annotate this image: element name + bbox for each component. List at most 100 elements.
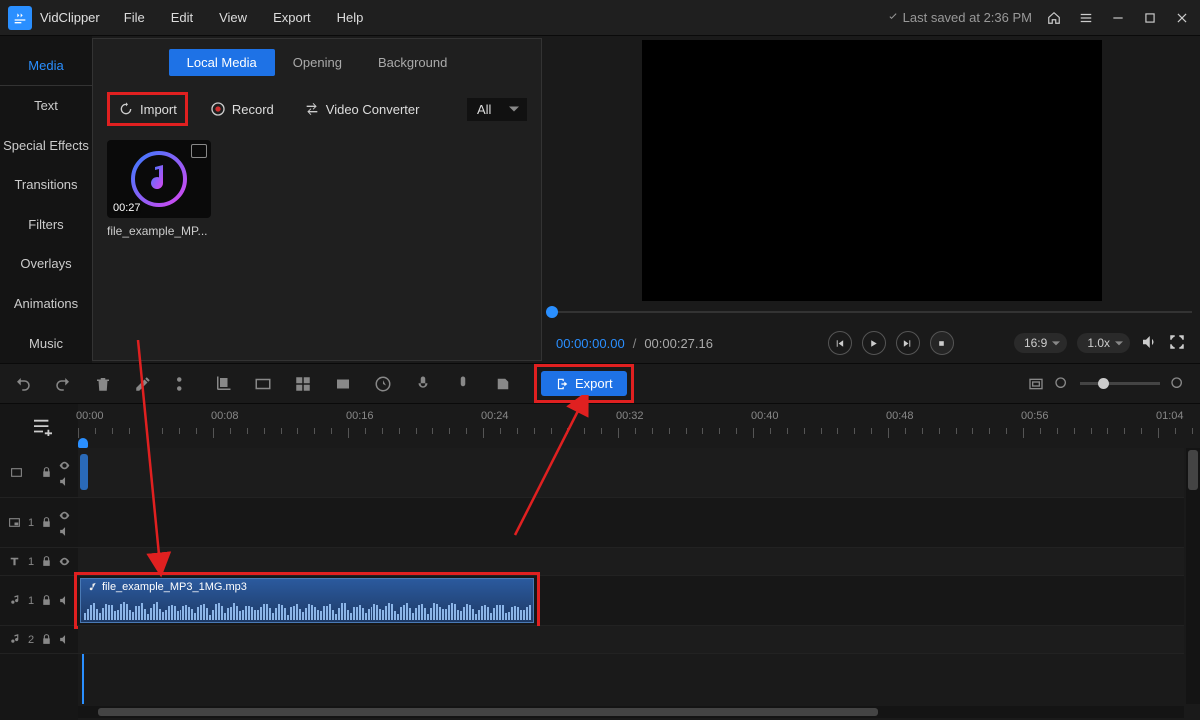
time-current: 00:00:00.00 bbox=[556, 336, 625, 351]
edit-icon[interactable] bbox=[134, 375, 152, 393]
tab-music[interactable]: Music bbox=[0, 323, 92, 363]
audio-track-1[interactable]: 1 file_example_MP3_1MG.mp3 bbox=[0, 576, 1184, 626]
minimize-icon[interactable] bbox=[1108, 8, 1128, 28]
speaker-icon[interactable] bbox=[58, 525, 71, 538]
lock-icon[interactable] bbox=[40, 633, 53, 646]
zoom-slider[interactable] bbox=[1080, 382, 1160, 385]
tab-special-effects[interactable]: Special Effects bbox=[0, 125, 92, 165]
timeline: 00:0000:0800:1600:2400:3200:4000:4800:56… bbox=[0, 404, 1200, 720]
eye-icon[interactable] bbox=[58, 555, 71, 568]
safe-zone-icon[interactable] bbox=[1028, 376, 1044, 392]
tts-icon[interactable] bbox=[494, 375, 512, 393]
close-icon[interactable] bbox=[1172, 8, 1192, 28]
eye-icon[interactable] bbox=[58, 459, 71, 472]
audio-track-2[interactable]: 2 bbox=[0, 626, 1184, 654]
video-track[interactable] bbox=[0, 448, 1184, 498]
horizontal-scrollbar[interactable] bbox=[78, 706, 1184, 718]
stop-button[interactable] bbox=[930, 331, 954, 355]
speed-dropdown[interactable]: 1.0x bbox=[1077, 333, 1130, 353]
menu-file[interactable]: File bbox=[124, 10, 145, 25]
time-total: 00:00:27.16 bbox=[644, 336, 713, 351]
subtab-opening[interactable]: Opening bbox=[275, 49, 360, 76]
horizontal-scrollbar-thumb[interactable] bbox=[98, 708, 878, 716]
media-filter-dropdown[interactable]: All bbox=[467, 98, 527, 121]
audio-extract-icon[interactable] bbox=[454, 375, 472, 393]
vertical-scrollbar[interactable] bbox=[1186, 448, 1200, 704]
music-icon bbox=[8, 594, 21, 607]
volume-icon[interactable] bbox=[1140, 333, 1158, 354]
scrubber-handle[interactable] bbox=[546, 306, 558, 318]
media-thumbnail[interactable]: 00:27 bbox=[107, 140, 211, 218]
tab-media[interactable]: Media bbox=[0, 46, 92, 86]
track-number: 1 bbox=[28, 595, 34, 607]
zoom-slider-knob[interactable] bbox=[1098, 378, 1109, 389]
home-icon[interactable] bbox=[1044, 8, 1064, 28]
hamburger-icon[interactable] bbox=[1076, 8, 1096, 28]
track-number: 1 bbox=[28, 556, 34, 568]
video-clip-stub[interactable] bbox=[80, 454, 88, 490]
media-filename: file_example_MP... bbox=[107, 224, 211, 238]
eye-icon[interactable] bbox=[58, 509, 71, 522]
pip-track[interactable]: 1 bbox=[0, 498, 1184, 548]
crop-icon[interactable] bbox=[214, 375, 232, 393]
maximize-icon[interactable] bbox=[1140, 8, 1160, 28]
menu-help[interactable]: Help bbox=[337, 10, 364, 25]
voiceover-icon[interactable] bbox=[414, 375, 432, 393]
split-icon[interactable] bbox=[174, 375, 192, 393]
media-badge-icon bbox=[191, 144, 207, 158]
lock-icon[interactable] bbox=[40, 516, 53, 529]
tab-transitions[interactable]: Transitions bbox=[0, 165, 92, 205]
video-preview[interactable] bbox=[642, 40, 1102, 301]
menu-edit[interactable]: Edit bbox=[171, 10, 193, 25]
menu-export[interactable]: Export bbox=[273, 10, 311, 25]
lock-icon[interactable] bbox=[40, 466, 53, 479]
aspect-ratio-dropdown[interactable]: 16:9 bbox=[1014, 333, 1067, 353]
undo-icon[interactable] bbox=[14, 375, 32, 393]
speaker-icon[interactable] bbox=[58, 633, 71, 646]
ratio-icon[interactable] bbox=[254, 375, 272, 393]
converter-icon bbox=[304, 101, 320, 117]
next-frame-button[interactable] bbox=[896, 331, 920, 355]
redo-icon[interactable] bbox=[54, 375, 72, 393]
video-converter-button[interactable]: Video Converter bbox=[296, 95, 428, 123]
import-button[interactable]: Import bbox=[107, 92, 188, 126]
main-menu: File Edit View Export Help bbox=[124, 10, 364, 25]
export-button[interactable]: Export bbox=[541, 371, 627, 396]
tab-text[interactable]: Text bbox=[0, 86, 92, 126]
add-track-button[interactable] bbox=[32, 418, 54, 439]
timeline-ruler[interactable]: 00:0000:0800:1600:2400:3200:4000:4800:56… bbox=[78, 414, 1184, 446]
prev-frame-button[interactable] bbox=[828, 331, 852, 355]
subtab-background[interactable]: Background bbox=[360, 49, 465, 76]
lock-icon[interactable] bbox=[40, 555, 53, 568]
film-icon bbox=[10, 466, 23, 479]
delete-icon[interactable] bbox=[94, 375, 112, 393]
fullscreen-icon[interactable] bbox=[1168, 333, 1186, 354]
freeze-icon[interactable] bbox=[334, 375, 352, 393]
track-number: 2 bbox=[28, 634, 34, 646]
media-panel: Local Media Opening Background Import Re… bbox=[92, 38, 542, 361]
audio-clip[interactable]: file_example_MP3_1MG.mp3 bbox=[80, 578, 534, 623]
zoom-in-icon[interactable] bbox=[1170, 376, 1186, 392]
mosaic-icon[interactable] bbox=[294, 375, 312, 393]
zoom-out-icon[interactable] bbox=[1054, 376, 1070, 392]
lock-icon[interactable] bbox=[40, 594, 53, 607]
subtab-local-media[interactable]: Local Media bbox=[169, 49, 275, 76]
duration-icon[interactable] bbox=[374, 375, 392, 393]
media-item[interactable]: 00:27 file_example_MP... bbox=[107, 140, 211, 238]
speaker-icon[interactable] bbox=[58, 594, 71, 607]
pip-icon bbox=[8, 516, 21, 529]
menu-view[interactable]: View bbox=[219, 10, 247, 25]
play-button[interactable] bbox=[862, 331, 886, 355]
tab-filters[interactable]: Filters bbox=[0, 205, 92, 245]
last-saved-label: Last saved at 2:36 PM bbox=[887, 10, 1032, 25]
tab-animations[interactable]: Animations bbox=[0, 284, 92, 324]
clip-music-icon bbox=[87, 582, 98, 593]
record-button[interactable]: Record bbox=[202, 95, 282, 123]
vertical-scrollbar-thumb[interactable] bbox=[1188, 450, 1198, 490]
text-track[interactable]: 1 bbox=[0, 548, 1184, 576]
track-number: 1 bbox=[28, 517, 34, 529]
title-bar: VidClipper File Edit View Export Help La… bbox=[0, 0, 1200, 36]
preview-scrubber[interactable] bbox=[542, 301, 1200, 323]
speaker-icon[interactable] bbox=[58, 475, 71, 488]
tab-overlays[interactable]: Overlays bbox=[0, 244, 92, 284]
